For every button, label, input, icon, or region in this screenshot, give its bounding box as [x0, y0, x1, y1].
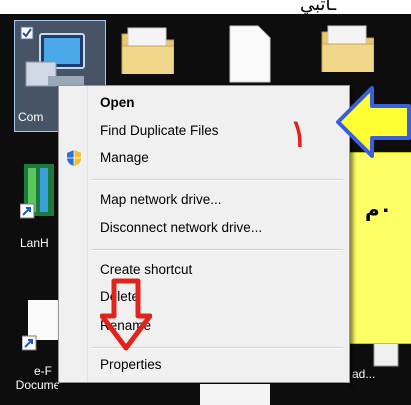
down-arrow-icon — [100, 278, 152, 351]
menu-item-open[interactable]: Open — [100, 95, 135, 110]
pointing-arrow-left-icon — [336, 86, 411, 158]
menu-separator — [91, 179, 343, 181]
top-banner — [0, 0, 411, 14]
menu-item-map-network-drive[interactable]: Map network drive... — [100, 192, 222, 207]
menu-item-manage[interactable]: Manage — [100, 150, 149, 165]
document-shortcut-icon[interactable] — [22, 296, 62, 362]
application-icon[interactable] — [20, 160, 60, 230]
menu-item-find-duplicate-files[interactable]: Find Duplicate Files — [100, 123, 219, 138]
menu-item-disconnect-network-drive[interactable]: Disconnect network drive... — [100, 220, 262, 235]
document-icon[interactable] — [226, 24, 274, 84]
annotation-number: ١ — [288, 111, 310, 157]
shield-icon — [67, 150, 81, 166]
computer-icon — [20, 26, 85, 87]
file-icon-label: ad... — [352, 367, 376, 381]
partial-window — [200, 384, 270, 405]
menu-separator — [91, 249, 343, 251]
folder-icon[interactable] — [118, 24, 174, 74]
computer-icon-label: Com — [18, 110, 44, 124]
lanh-icon-label: LanH — [20, 236, 49, 250]
annotation-box-text: ٠م — [365, 197, 392, 221]
folder-icon[interactable] — [318, 22, 374, 72]
menu-item-properties[interactable]: Properties — [100, 357, 162, 372]
top-banner-text: ـاتبي — [300, 0, 337, 15]
menu-item-create-shortcut[interactable]: Create shortcut — [100, 262, 192, 277]
menu-icon-gutter — [59, 86, 88, 382]
